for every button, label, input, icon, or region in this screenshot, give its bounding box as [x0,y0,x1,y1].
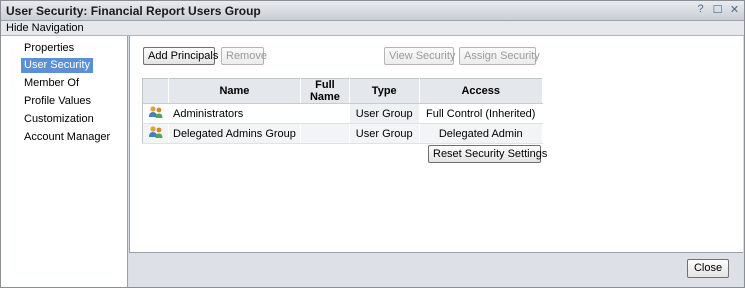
help-icon[interactable]: ? [695,3,706,16]
cell-name: Administrators [168,103,301,124]
cell-name: Delegated Admins Group [168,123,301,144]
close-icon[interactable]: ✕ [729,3,740,16]
sidebar-item-customization[interactable]: Customization [21,112,97,127]
user-security-dialog: User Security: Financial Report Users Gr… [0,0,745,288]
sidebar: Properties User Security Member Of Profi… [1,36,128,287]
column-header-full-name[interactable]: Full Name [300,78,350,104]
close-button[interactable]: Close [687,259,729,278]
view-security-button[interactable]: View Security [384,47,455,65]
assign-security-button[interactable]: Assign Security [459,47,540,65]
hide-navigation-link[interactable]: Hide Navigation [6,22,84,34]
user-group-icon [142,103,169,124]
cell-access: Delegated Admin [419,123,544,144]
dialog-title: User Security: Financial Report Users Gr… [6,4,261,18]
security-table: Name Full Name Type Access Administrator… [142,78,544,144]
cell-access: Full Control (Inherited) [419,103,544,124]
cell-full-name [300,103,350,124]
cell-type: User Group [349,123,420,144]
main-panel: Add Principals Remove View Security Assi… [129,36,743,253]
sidebar-item-user-security[interactable]: User Security [21,58,94,73]
sidebar-item-member-of[interactable]: Member Of [21,76,82,91]
sidebar-item-properties[interactable]: Properties [21,41,77,56]
cell-type: User Group [349,103,420,124]
table-row[interactable]: Administrators User Group Full Control (… [142,103,544,124]
maximize-icon[interactable]: ☐ [712,3,723,16]
window-controls: ? ☐ ✕ [695,3,740,16]
title-bar[interactable]: User Security: Financial Report Users Gr… [1,1,744,21]
remove-button[interactable]: Remove [221,47,267,65]
reset-security-settings-button[interactable]: Reset Security Settings [428,145,547,163]
hide-navigation-bar: Hide Navigation [1,21,744,36]
table-row[interactable]: Delegated Admins Group User Group Delega… [142,123,544,144]
table-header-row: Name Full Name Type Access [142,78,544,104]
sidebar-item-account-manager[interactable]: Account Manager [21,130,113,145]
sidebar-item-profile-values[interactable]: Profile Values [21,94,94,109]
column-header-name[interactable]: Name [168,78,301,104]
dialog-footer: Close [129,253,743,287]
column-header-access[interactable]: Access [419,78,544,104]
user-group-icon [142,123,169,144]
cell-full-name [300,123,350,144]
icon-column-header [142,78,169,104]
column-header-type[interactable]: Type [349,78,420,104]
add-principals-button[interactable]: Add Principals [143,47,218,65]
